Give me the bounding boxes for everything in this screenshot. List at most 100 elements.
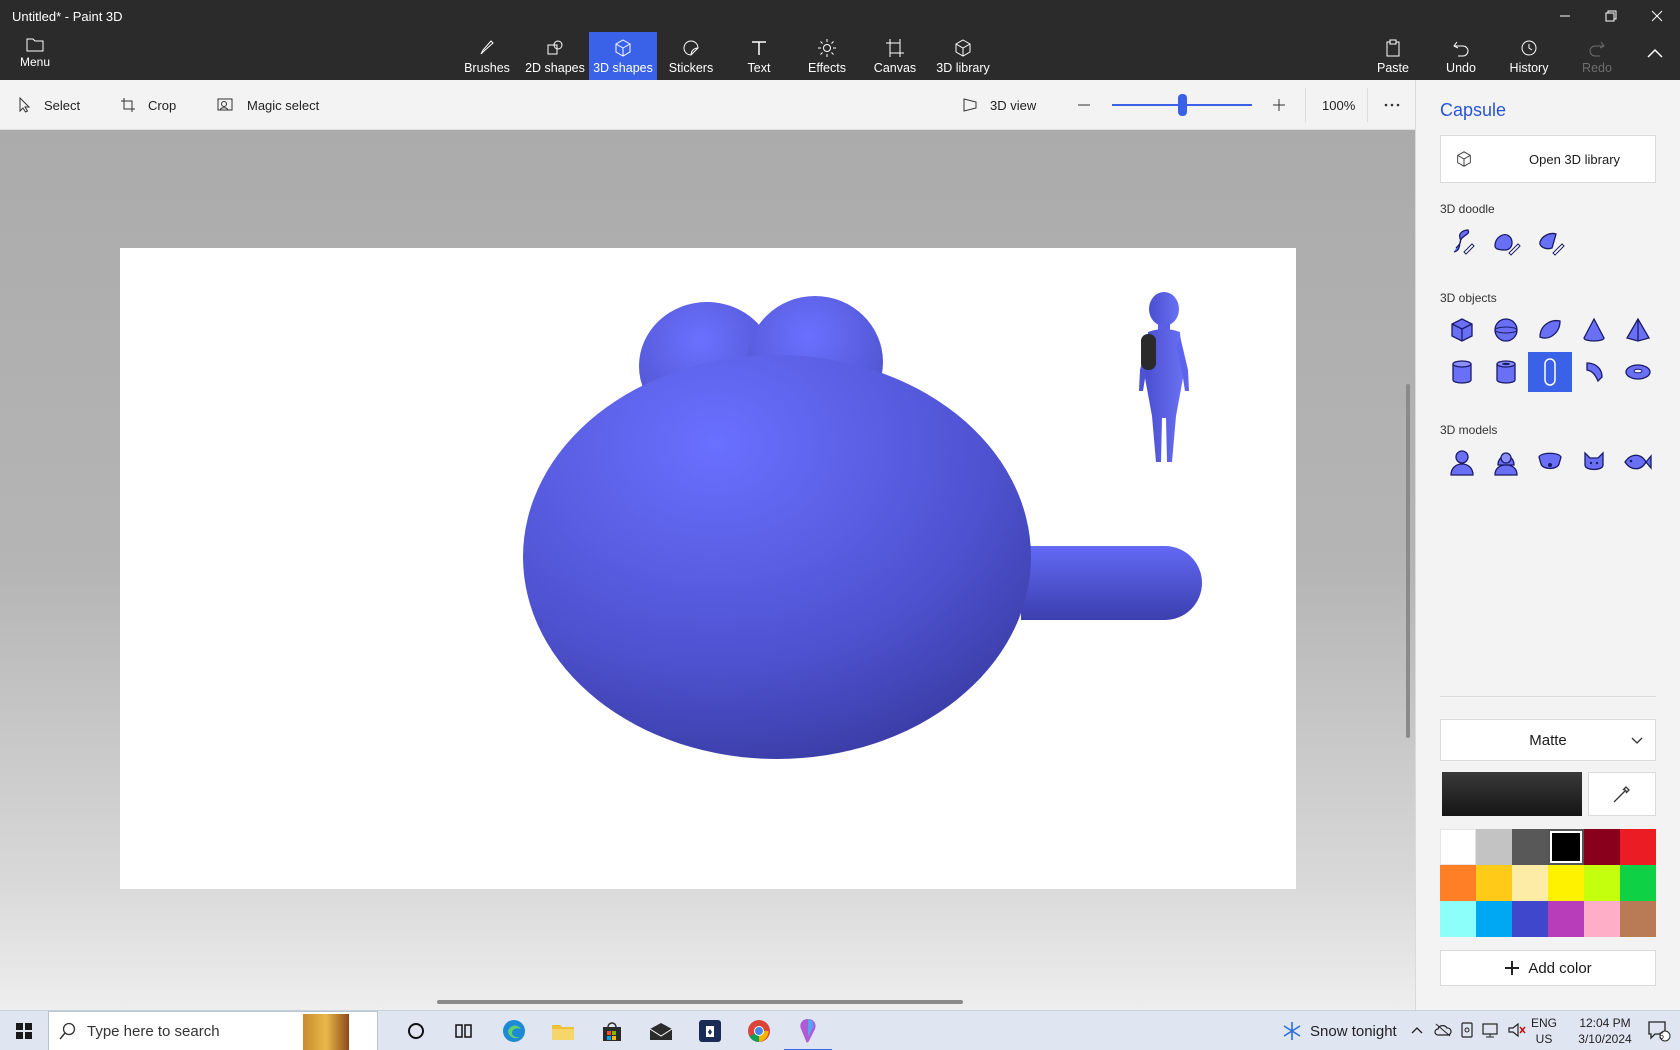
tool-3d-shapes[interactable]: 3D shapes [589, 32, 657, 80]
cylinder-object-button[interactable] [1440, 352, 1484, 392]
cortana-button[interactable] [392, 1011, 440, 1050]
tube-doodle-button[interactable] [1528, 222, 1572, 262]
tube-object-button[interactable] [1484, 352, 1528, 392]
vertical-scrollbar[interactable] [1406, 384, 1410, 738]
paint-3d-taskbar-button[interactable] [784, 1011, 832, 1050]
device-tray-button[interactable] [1460, 1021, 1474, 1041]
zoom-out-button[interactable] [1076, 80, 1104, 130]
material-dropdown[interactable]: Matte [1440, 719, 1656, 761]
color-swatch[interactable] [1440, 829, 1476, 865]
weather-widget[interactable]: Snow tonight [1282, 1011, 1397, 1050]
color-swatch[interactable] [1584, 829, 1620, 865]
magic-select-tool[interactable]: Magic select [217, 80, 319, 130]
store-button[interactable] [588, 1011, 636, 1050]
task-view-button[interactable] [440, 1011, 488, 1050]
curved-tube-object-button[interactable] [1572, 352, 1616, 392]
color-swatch[interactable] [1620, 865, 1656, 901]
network-tray-button[interactable] [1482, 1022, 1500, 1041]
tool-label: Stickers [668, 61, 714, 75]
zoom-slider-thumb[interactable] [1178, 94, 1187, 116]
man-model-button[interactable] [1440, 442, 1484, 482]
capsule-object-button[interactable] [1528, 352, 1572, 392]
cube-object-button[interactable] [1440, 310, 1484, 350]
eyedropper-button[interactable] [1588, 772, 1656, 816]
fish-model-button[interactable] [1616, 442, 1660, 482]
undo-label: Undo [1446, 61, 1476, 75]
redo-button[interactable]: Redo [1563, 32, 1631, 80]
material-value: Matte [1529, 731, 1567, 749]
close-button[interactable] [1634, 0, 1680, 32]
drawing-canvas[interactable] [120, 248, 1296, 889]
file-explorer-button[interactable] [539, 1011, 587, 1050]
pyramid-object-button[interactable] [1616, 310, 1660, 350]
undo-button[interactable]: Undo [1427, 32, 1495, 80]
donut-object-button[interactable] [1616, 352, 1660, 392]
crop-tool[interactable]: Crop [120, 80, 176, 130]
body-ellipsoid[interactable] [523, 355, 1031, 759]
chrome-button[interactable] [735, 1011, 783, 1050]
minimize-button[interactable] [1542, 0, 1588, 32]
tool-brushes[interactable]: Brushes [453, 32, 521, 80]
color-swatch[interactable] [1476, 901, 1512, 937]
volume-tray-button[interactable] [1508, 1022, 1526, 1041]
tool-2d-shapes[interactable]: 2D shapes [521, 32, 589, 80]
cat-model-button[interactable] [1572, 442, 1616, 482]
color-swatch[interactable] [1548, 865, 1584, 901]
folder-icon [552, 1025, 574, 1040]
color-swatch[interactable] [1512, 829, 1548, 865]
selection-toolbar: Select Crop Magic select 3D view 100% [0, 80, 1415, 130]
capsule-3d-object[interactable] [1021, 546, 1202, 620]
cursor-icon [19, 97, 31, 113]
color-swatch[interactable] [1476, 865, 1512, 901]
paste-button[interactable]: Paste [1359, 32, 1427, 80]
color-swatch[interactable] [1440, 865, 1476, 901]
notification-center-button[interactable]: 5 [1638, 1011, 1680, 1050]
history-button[interactable]: History [1495, 32, 1563, 80]
soft-edge-doodle-button[interactable] [1484, 222, 1528, 262]
woman-model-button[interactable] [1484, 442, 1528, 482]
color-swatch[interactable] [1548, 829, 1584, 865]
tool-stickers[interactable]: Stickers [657, 32, 725, 80]
edge-app-button[interactable] [490, 1011, 538, 1050]
open-3d-library-button[interactable]: Open 3D library [1440, 135, 1656, 183]
tool-canvas[interactable]: Canvas [861, 32, 929, 80]
mail-button[interactable] [637, 1011, 685, 1050]
language-indicator[interactable]: ENG US [1531, 1011, 1557, 1050]
color-swatch[interactable] [1476, 829, 1512, 865]
add-color-button[interactable]: Add color [1440, 950, 1656, 986]
menu-button[interactable]: Menu [12, 36, 58, 76]
taskbar-search-input[interactable]: Type here to search [48, 1011, 378, 1050]
sharp-edge-doodle-button[interactable] [1440, 222, 1484, 262]
taskbar: Type here to search Snow tonight ENG US … [0, 1010, 1680, 1050]
color-swatch[interactable] [1584, 865, 1620, 901]
current-color-swatch[interactable] [1442, 772, 1582, 816]
clock[interactable]: 12:04 PM 3/10/2024 [1570, 1011, 1640, 1050]
restore-button[interactable] [1588, 0, 1634, 32]
human-figure-model[interactable] [1139, 292, 1189, 462]
show-hidden-icons-button[interactable] [1410, 1024, 1424, 1038]
tool-effects[interactable]: Effects [793, 32, 861, 80]
select-tool[interactable]: Select [18, 80, 80, 130]
cone-object-button[interactable] [1572, 310, 1616, 350]
color-swatch[interactable] [1548, 901, 1584, 937]
onedrive-tray-button[interactable] [1434, 1023, 1452, 1040]
more-options-button[interactable] [1384, 80, 1412, 130]
collapse-ribbon-button[interactable] [1646, 46, 1664, 64]
color-swatch[interactable] [1512, 865, 1548, 901]
3d-view-toggle[interactable]: 3D view [962, 80, 1036, 130]
color-swatch[interactable] [1584, 901, 1620, 937]
tool-text[interactable]: Text [725, 32, 793, 80]
sphere-object-button[interactable] [1484, 310, 1528, 350]
solitaire-button[interactable] [686, 1011, 734, 1050]
color-swatch[interactable] [1620, 829, 1656, 865]
color-swatch[interactable] [1440, 901, 1476, 937]
dog-model-button[interactable] [1528, 442, 1572, 482]
history-icon [1521, 40, 1537, 56]
zoom-in-button[interactable] [1271, 80, 1299, 130]
color-swatch[interactable] [1512, 901, 1548, 937]
tool-3d-library[interactable]: 3D library [929, 32, 997, 80]
hemisphere-object-button[interactable] [1528, 310, 1572, 350]
start-button[interactable] [0, 1011, 48, 1050]
color-swatch[interactable] [1620, 901, 1656, 937]
horizontal-scrollbar[interactable] [437, 1000, 963, 1004]
